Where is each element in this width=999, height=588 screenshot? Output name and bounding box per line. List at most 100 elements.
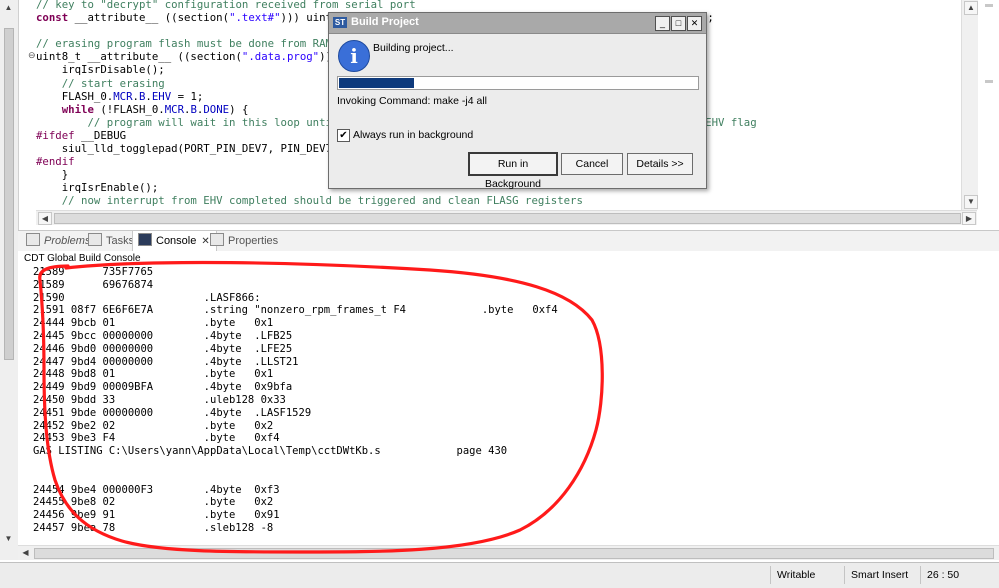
console-horizontal-scrollbar[interactable]: ◀ [18,545,999,560]
console-line: 24454 9be4 000000F3 .4byte 0xf3 [33,483,280,496]
scroll-left-arrow-icon[interactable]: ◀ [38,212,52,225]
code-token: MCR [113,89,133,103]
code-token: __DEBUG [74,128,127,142]
scroll-up-arrow-icon[interactable]: ▲ [3,2,14,13]
st-logo-icon: ST [333,17,347,28]
tab-properties[interactable]: Properties [210,231,278,251]
ruler-marker[interactable] [985,4,993,7]
scrollbar-thumb[interactable] [54,213,961,224]
console-line: 24447 9bd4 00000000 .4byte .LLST21 [33,355,299,368]
console-line: 24444 9bcb 01 .byte 0x1 [33,317,274,330]
dialog-title: Build Project [351,16,419,28]
code-token: #endif [36,155,75,169]
console-line: 21589 735F7765 [33,266,154,278]
console-line: GAS LISTING C:\Users\yann\AppData\Local\… [33,445,508,458]
tasks-icon [88,233,102,246]
always-background-label[interactable]: Always run in background [353,129,473,141]
code-line: // now interrupt from EHV completed shou… [36,194,961,207]
scroll-up-arrow-icon[interactable]: ▲ [964,1,978,15]
console-line: 24450 9bdd 33 .uleb128 0x33 [33,393,286,406]
console-line: 21590 .LASF866: [33,291,261,304]
code-token: FLASH_0. [36,89,114,103]
code-token: const [36,11,69,25]
code-token: (!FLASH_0. [93,102,165,116]
close-icon[interactable]: ✕ [201,232,209,252]
code-token: irqIsrEnable(); [36,181,159,195]
scrollbar-thumb[interactable] [34,548,994,559]
close-button[interactable]: ✕ [687,16,702,31]
code-token: // key to "decrypt" configuration receiv… [36,0,416,11]
minimize-button[interactable]: _ [655,16,670,31]
status-bar: Writable Smart Insert 26 : 50 [0,562,999,588]
console-line: 24456 9be9 91 .byte 0x91 [33,509,280,522]
always-background-checkbox[interactable]: ✔ [337,129,350,142]
code-token: uint8_t __attribute__ ((section( [36,50,242,64]
view-tab-bar: Problems Tasks Console ✕ Properties [18,230,999,252]
status-writable: Writable [770,566,843,584]
console-line: 24451 9bde 00000000 .4byte .LASF1529 [33,406,312,419]
code-token: #ifdef [36,128,75,142]
ruler-marker[interactable] [985,80,993,83]
dialog-message: Building project... [373,42,454,54]
scroll-down-arrow-icon[interactable]: ▼ [964,195,978,209]
scroll-down-arrow-icon[interactable]: ▼ [3,533,14,544]
code-token: __attribute__ ((section( [68,11,230,25]
fold-collapse-icon[interactable]: ⊖ [28,50,36,61]
console-output: 21589 735F7765 21589 69676874 21590 .LASF8… [33,266,558,535]
tab-tasks[interactable]: Tasks [88,231,134,251]
status-cursor-position: 26 : 50 [920,566,977,584]
code-token: MCR [164,102,185,116]
left-scrollbar[interactable]: ▲ ▼ [0,0,19,560]
code-token: // now interrupt from EHV completed shou… [36,194,583,208]
run-in-background-button[interactable]: Run in Background [468,152,558,190]
properties-icon [210,233,224,246]
code-token: } [36,168,69,182]
console-title: CDT Global Build Console [24,253,141,264]
console-line: 24453 9be3 F4 .byte 0xf4 [33,432,280,445]
code-line: // key to "decrypt" configuration receiv… [36,0,961,11]
code-token: DONE [203,102,230,116]
console-line: 21591 08f7 6E6F6E7A .string "nonzero_rpm… [33,304,558,317]
console-line: 24445 9bcc 00000000 .4byte .LFB25 [33,329,293,342]
code-token: irqIsrDisable(); [36,63,165,77]
progress-fill [339,78,414,88]
build-project-dialog: ST Build Project _ □ ✕ i Building projec… [328,12,707,190]
tab-console[interactable]: Console ✕ [132,231,217,251]
status-insert-mode: Smart Insert [844,566,921,584]
problems-icon [26,233,40,246]
console-line: 24448 9bd8 01 .byte 0x1 [33,368,274,381]
code-token: ".data.prog" [241,50,320,64]
console-icon [138,233,152,246]
code-token: = 1; [171,89,204,103]
code-token: EHV [151,89,172,103]
build-progress-bar [337,76,699,90]
info-icon: i [338,40,370,72]
scroll-left-arrow-icon[interactable]: ◀ [20,547,31,558]
code-token: // start erasing [36,76,165,90]
cancel-button[interactable]: Cancel [561,153,623,175]
editor-vertical-scrollbar[interactable]: ▲ ▼ [961,0,978,210]
editor-horizontal-scrollbar[interactable]: ◀ ▶ [36,210,977,225]
code-token: ) { [229,102,249,116]
tab-problems[interactable]: Problems [26,231,90,251]
console-line: 24452 9be2 02 .byte 0x2 [33,419,274,432]
code-token: siul_lld_togglepad(PORT_PIN_DEV7, PIN_DE… [36,142,332,156]
console-line: 24455 9be8 02 .byte 0x2 [33,496,274,509]
code-token: while [61,102,94,116]
code-token: ".text#" [229,11,281,25]
invoking-command-text: Invoking Command: make -j4 all [337,95,487,107]
code-token: ))) uint [280,11,333,25]
console-line: 24446 9bd0 00000000 .4byte .LFE25 [33,342,293,355]
dialog-titlebar[interactable]: ST Build Project _ □ ✕ [329,13,706,34]
console-view[interactable]: CDT Global Build Console 21589 735F7765 2… [18,251,999,560]
maximize-button[interactable]: □ [671,16,686,31]
console-line: 24449 9bd9 00009BFA .4byte 0x9bfa [33,381,293,394]
console-line: 24457 9bea 78 .sleb128 -8 [33,521,274,534]
scroll-right-arrow-icon[interactable]: ▶ [962,212,976,225]
scrollbar-thumb[interactable] [4,28,14,360]
details-button[interactable]: Details >> [627,153,693,175]
overview-ruler[interactable] [979,0,999,226]
